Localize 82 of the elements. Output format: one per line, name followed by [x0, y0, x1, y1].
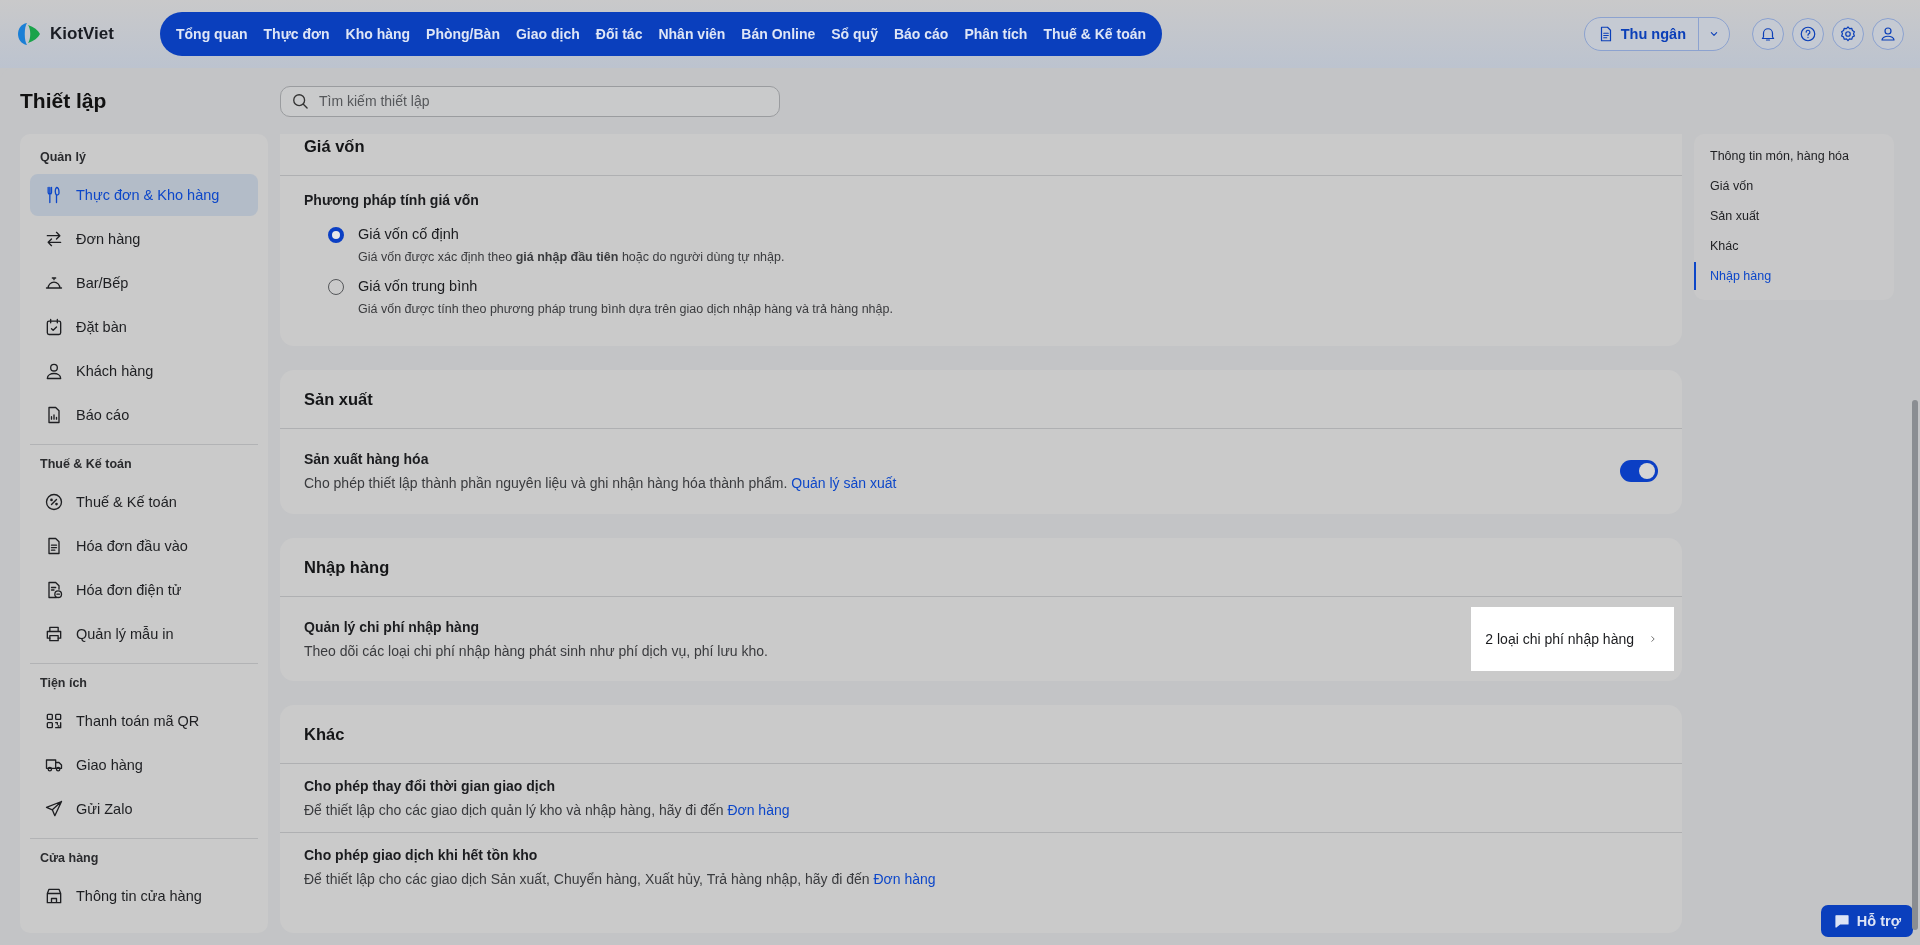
nav-link[interactable]: Thực đơn — [255, 12, 338, 56]
search-field[interactable]: Tìm kiếm thiết lập — [280, 85, 780, 117]
nav-link[interactable]: Báo cáo — [885, 12, 957, 56]
support-button[interactable]: Hỗ trợ — [1820, 905, 1913, 937]
sidebar-item[interactable]: Bar/Bếp — [30, 262, 258, 304]
setting-title: Cho phép giao dịch khi hết tồn kho — [304, 847, 539, 863]
setting-title: Phương pháp tính giá vốn — [304, 192, 480, 208]
nav-link[interactable]: Phân tích — [956, 12, 1036, 56]
send-icon — [44, 799, 64, 819]
logo-text: KiotViet — [50, 24, 114, 44]
sidebar-item[interactable]: Thông tin cửa hàng — [30, 875, 258, 917]
logo-icon — [16, 21, 42, 47]
sidebar-item[interactable]: Thuế & Kế toán — [30, 481, 258, 523]
radio-button[interactable] — [328, 227, 344, 243]
sidebar-item[interactable]: Giao hàng — [30, 744, 258, 786]
qr-code-icon — [44, 711, 64, 731]
notification-bell-button[interactable] — [1752, 18, 1784, 50]
sidebar-item[interactable]: Thực đơn & Kho hàng — [30, 174, 258, 216]
user-button[interactable] — [1872, 18, 1904, 50]
section-heading: Cửa hàng — [39, 850, 100, 867]
sidebar-item[interactable]: Đơn hàng — [30, 218, 258, 260]
printer-icon — [44, 624, 64, 644]
nav-link[interactable]: Giao dịch — [507, 12, 588, 56]
link[interactable]: Đơn hàng — [873, 871, 936, 887]
toc-link[interactable]: Khác — [1694, 232, 1894, 260]
section-heading: Tiện ích — [39, 675, 88, 692]
user-icon — [1879, 25, 1897, 43]
help-icon — [1799, 25, 1817, 43]
cost-types-link[interactable]: 2 loại chi phí nhập hàng — [1471, 607, 1674, 671]
option-description: Giá vốn được xác định theo giá nhập đầu tiên hoặc do người dùng tự nhập. — [358, 250, 785, 264]
link[interactable]: Đơn hàng — [727, 802, 790, 818]
setting-title: Cho phép thay đổi thời gian giao dịch — [304, 778, 557, 794]
settings-icon — [1839, 25, 1857, 43]
card-title: Nhập hàng — [304, 557, 390, 577]
notification-bell-icon — [1759, 25, 1777, 43]
toc-link[interactable]: Nhập hàng — [1694, 262, 1894, 290]
user-icon — [44, 361, 64, 381]
nav-link[interactable]: Kho hàng — [337, 12, 419, 56]
sidebar-item[interactable]: Báo cáo — [30, 394, 258, 436]
nav-link[interactable]: Nhân viên — [650, 12, 734, 56]
sidebar-item[interactable]: Đặt bàn — [30, 306, 258, 348]
sidebar-item[interactable]: Hóa đơn đầu vào — [30, 525, 258, 567]
percent-circle-icon — [44, 492, 64, 512]
nav-link[interactable]: Sổ quỹ — [823, 12, 886, 56]
toggle-switch[interactable] — [1620, 460, 1658, 482]
setting-title: Sản xuất hàng hóa — [304, 451, 430, 467]
card-title: Giá vốn — [304, 136, 365, 156]
toc-link[interactable]: Giá vốn — [1694, 172, 1894, 200]
radio-button[interactable] — [328, 279, 344, 295]
card-title: Sản xuất — [304, 389, 373, 409]
setting-title: Quản lý chi phí nhập hàng — [304, 619, 480, 635]
page-title: Thiết lập — [20, 89, 108, 113]
nav-link[interactable]: Bán Online — [733, 12, 824, 56]
nav-link[interactable]: Đối tác — [587, 12, 651, 56]
swap-arrows-icon — [44, 229, 64, 249]
chat-bubble-icon — [1832, 912, 1851, 930]
store-icon — [44, 886, 64, 906]
nav-link[interactable]: Phòng/Bàn — [418, 12, 508, 56]
setting-description: Theo dõi các loại chi phí nhập hàng phát sinh như phí dịch vụ, phí lưu kho. — [304, 643, 769, 659]
card-title: Khác — [304, 724, 345, 744]
help-button[interactable] — [1792, 18, 1824, 50]
setting-description: Để thiết lập cho các giao dịch Sản xuất, Chuyển hàng, Xuất hủy, Trả hàng nhập, hãy đi đến Đơn hàng — [304, 871, 937, 887]
setting-description: Cho phép thiết lập thành phần nguyên liệu và ghi nhận hàng hóa thành phẩm. Quản lý sản xuất — [304, 475, 898, 491]
sidebar-item[interactable]: Quản lý mẫu in — [30, 613, 258, 655]
toc-link[interactable]: Thông tin món, hàng hóa — [1694, 142, 1894, 170]
sidebar-item[interactable]: Thanh toán mã QR — [30, 700, 258, 742]
sidebar-item[interactable]: Hóa đơn điện tử — [30, 569, 258, 611]
calendar-check-icon — [44, 317, 64, 337]
settings-button[interactable] — [1832, 18, 1864, 50]
option-label: Giá vốn cố định — [358, 226, 460, 242]
option-label: Giá vốn trung bình — [358, 278, 479, 294]
option-description: Giá vốn được tính theo phương pháp trung bình dựa trên giao dịch nhập hàng và trả hàng nhập. — [358, 302, 893, 316]
nav-link[interactable]: Thuế & Kế toán — [1035, 12, 1155, 56]
section-heading: Thuế & Kế toán — [39, 456, 133, 473]
cashier-button[interactable]: Thu ngân — [1584, 18, 1699, 50]
link[interactable]: Quản lý sản xuất — [791, 475, 897, 491]
section-heading: Quản lý — [39, 149, 87, 166]
sidebar-item[interactable]: Khách hàng — [30, 350, 258, 392]
nav-link[interactable]: Tổng quan — [168, 12, 256, 56]
sidebar-item[interactable]: Gửi Zalo — [30, 788, 258, 830]
toc-link[interactable]: Sản xuất — [1694, 202, 1894, 230]
setting-description: Để thiết lập cho các giao dịch quản lý kho và nhập hàng, hãy đi đến Đơn hàng — [304, 802, 791, 818]
